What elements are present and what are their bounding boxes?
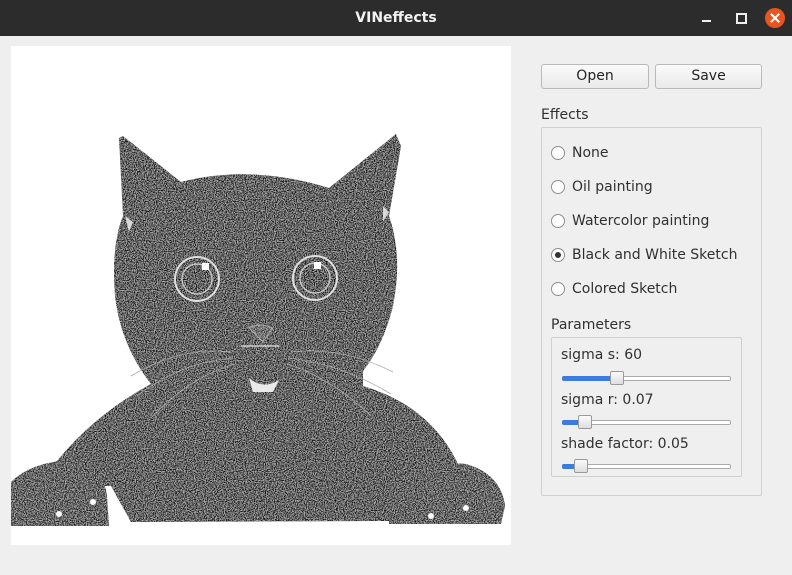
radio-label: Colored Sketch xyxy=(572,281,678,297)
sigma-s-label: sigma s: 60 xyxy=(561,347,643,363)
radio-indicator[interactable] xyxy=(551,146,565,160)
shade-factor-slider[interactable] xyxy=(562,459,731,473)
radio-colored-sketch[interactable]: Colored Sketch xyxy=(551,279,677,299)
save-button[interactable]: Save xyxy=(655,64,762,89)
slider-handle[interactable] xyxy=(610,371,624,385)
radio-indicator-checked[interactable] xyxy=(551,248,565,262)
close-icon[interactable] xyxy=(765,8,785,28)
window-title: VINeffects xyxy=(355,10,437,26)
radio-oil-painting[interactable]: Oil painting xyxy=(551,177,653,197)
effects-group-title: Effects xyxy=(541,107,589,123)
sigma-s-slider[interactable] xyxy=(562,371,731,385)
radio-watercolor-painting[interactable]: Watercolor painting xyxy=(551,211,709,231)
radio-none[interactable]: None xyxy=(551,143,609,163)
slider-handle[interactable] xyxy=(574,459,588,473)
parameters-group-title: Parameters xyxy=(551,317,632,333)
shade-factor-label: shade factor: 0.05 xyxy=(561,436,689,452)
sigma-r-slider[interactable] xyxy=(562,415,731,429)
sigma-r-label: sigma r: 0.07 xyxy=(561,392,654,408)
title-bar: VINeffects xyxy=(0,0,792,36)
radio-label: Black and White Sketch xyxy=(572,247,738,263)
radio-indicator[interactable] xyxy=(551,282,565,296)
radio-label: Watercolor painting xyxy=(572,213,710,229)
radio-indicator[interactable] xyxy=(551,214,565,228)
slider-handle[interactable] xyxy=(578,415,592,429)
radio-label: Oil painting xyxy=(572,179,653,195)
maximize-icon[interactable] xyxy=(731,8,751,28)
minimize-icon[interactable] xyxy=(697,8,717,28)
image-preview xyxy=(11,46,511,545)
radio-label: None xyxy=(572,145,609,161)
open-button[interactable]: Open xyxy=(541,64,649,89)
radio-indicator[interactable] xyxy=(551,180,565,194)
kitten-sketch-image xyxy=(11,134,505,526)
slider-fill xyxy=(562,376,616,381)
radio-black-and-white-sketch[interactable]: Black and White Sketch xyxy=(551,245,737,265)
